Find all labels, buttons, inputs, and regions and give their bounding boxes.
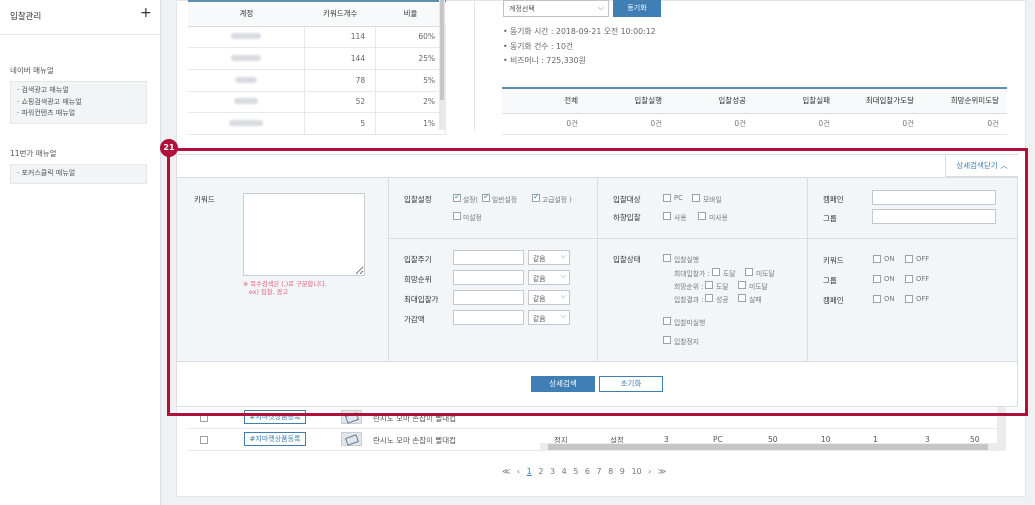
sync-time: • 동기화 시간 : 2018-09-21 오전 10:00:12: [503, 27, 656, 36]
keyword-count: 114: [304, 26, 377, 49]
product-thumbnail: [341, 432, 362, 446]
keyword-count: 52: [304, 91, 377, 114]
sidebar-item-shopping-ad[interactable]: · 쇼핑검색광고 매뉴얼: [17, 97, 140, 109]
step-badge: 21: [160, 139, 178, 157]
page-4[interactable]: 4: [562, 467, 567, 476]
column-header: 입찰실행: [586, 87, 670, 114]
keyword-count: 78: [304, 69, 377, 92]
page-6[interactable]: 6: [585, 467, 590, 476]
account-name-blurred: [188, 26, 306, 49]
page-7[interactable]: 7: [597, 467, 602, 476]
summary-value: 0건: [922, 113, 1007, 135]
summary-value: 0건: [754, 113, 838, 135]
table-row[interactable]: 114 60%: [188, 26, 446, 49]
page-5[interactable]: 5: [573, 467, 578, 476]
page-2[interactable]: 2: [538, 467, 543, 476]
chevron-down-icon: ⌵: [597, 3, 604, 12]
column-header: 전체: [502, 87, 586, 114]
ratio: 1%: [375, 112, 446, 135]
page-9[interactable]: 9: [620, 467, 625, 476]
table-row[interactable]: 52 2%: [188, 91, 446, 114]
account-name-blurred: [188, 47, 306, 70]
column-header: 최대입찰가도달: [838, 87, 922, 114]
table-row[interactable]: 78 5%: [188, 69, 446, 92]
next-page-button[interactable]: ›: [648, 467, 651, 476]
column-header: 입찰성공: [670, 87, 754, 114]
table-row: 0건 0건 0건 0건 0건 0건: [502, 113, 1007, 135]
product-tag[interactable]: #지마켓상품등록: [244, 432, 306, 446]
divider: [0, 34, 160, 35]
sidebar-group-11st: 11번가 매뉴얼: [10, 149, 57, 158]
sidebar-group-naver: 네이버 매뉴얼: [10, 66, 54, 75]
page-1[interactable]: 1: [527, 467, 532, 476]
sync-count: • 동기화 건수 : 10건: [503, 42, 574, 51]
pagination: ≪ ‹ 1 2 3 4 5 6 7 8 9 10 › ≫: [502, 467, 670, 476]
page-3[interactable]: 3: [550, 467, 555, 476]
column-header: 계정: [188, 0, 305, 27]
divider: [474, 0, 475, 130]
sidebar-item-power-content[interactable]: · 파워컨텐츠 매뉴얼: [17, 108, 140, 120]
column-header: 입찰실패: [754, 87, 838, 114]
sidebar-box-11st: · 포커스클릭 매뉴얼: [10, 164, 147, 184]
highlight-outline: [167, 148, 1028, 416]
summary-table: 전체 입찰실행 입찰성공 입찰실패 최대입찰가도달 희망순위미도달 0건 0건 …: [502, 87, 1007, 135]
add-icon[interactable]: +: [140, 6, 152, 20]
summary-value: 0건: [502, 113, 586, 135]
table-row[interactable]: 144 25%: [188, 47, 446, 70]
sidebar-title: 입찰관리: [10, 12, 42, 22]
summary-value: 0건: [586, 113, 670, 135]
sidebar-item-search-ad[interactable]: · 검색광고 매뉴얼: [17, 85, 140, 97]
account-select-value: 계정선택: [509, 5, 535, 13]
prev-page-button[interactable]: ‹: [517, 467, 520, 476]
page-8[interactable]: 8: [608, 467, 613, 476]
page-10[interactable]: 10: [631, 467, 641, 476]
product-title: 란시노 모마 손잡이 빨대컵: [373, 436, 457, 445]
sidebar: 입찰관리 + 네이버 매뉴얼 · 검색광고 매뉴얼 · 쇼핑검색광고 매뉴얼 ·…: [0, 0, 161, 505]
column-header: 비율: [375, 0, 446, 27]
ratio: 25%: [375, 47, 446, 70]
summary-value: 0건: [670, 113, 754, 135]
account-table: 계정 키워드개수 비율 114 60% 144 25% 78 5% 52 2% …: [188, 0, 446, 135]
sidebar-item-focus-click[interactable]: · 포커스클릭 매뉴얼: [17, 168, 140, 180]
sync-button[interactable]: 동기화: [613, 0, 661, 17]
ratio: 5%: [375, 69, 446, 92]
first-page-button[interactable]: ≪: [502, 467, 510, 476]
account-name-blurred: [188, 69, 306, 92]
column-header: 희망순위미도달: [922, 87, 1007, 114]
keyword-count: 144: [304, 47, 377, 70]
keyword-count: 5: [304, 112, 377, 135]
ratio: 60%: [375, 26, 446, 49]
ratio: 2%: [375, 91, 446, 114]
summary-value: 0건: [838, 113, 922, 135]
account-select[interactable]: 계정선택 ⌵: [503, 0, 609, 17]
last-page-button[interactable]: ≫: [658, 467, 666, 476]
column-header: 키워드개수: [304, 0, 376, 27]
list-horizontal-scrollbar-thumb[interactable]: [548, 444, 988, 450]
account-name-blurred: [188, 112, 306, 135]
account-name-blurred: [188, 91, 306, 114]
sidebar-box-naver: · 검색광고 매뉴얼 · 쇼핑검색광고 매뉴얼 · 파워컨텐츠 매뉴얼: [10, 81, 147, 124]
table-scrollbar-thumb[interactable]: [440, 0, 444, 100]
table-row[interactable]: 5 1%: [188, 112, 446, 135]
row-checkbox[interactable]: [200, 436, 208, 444]
bizmoney: • 비즈머니 : 725,330원: [503, 56, 586, 65]
